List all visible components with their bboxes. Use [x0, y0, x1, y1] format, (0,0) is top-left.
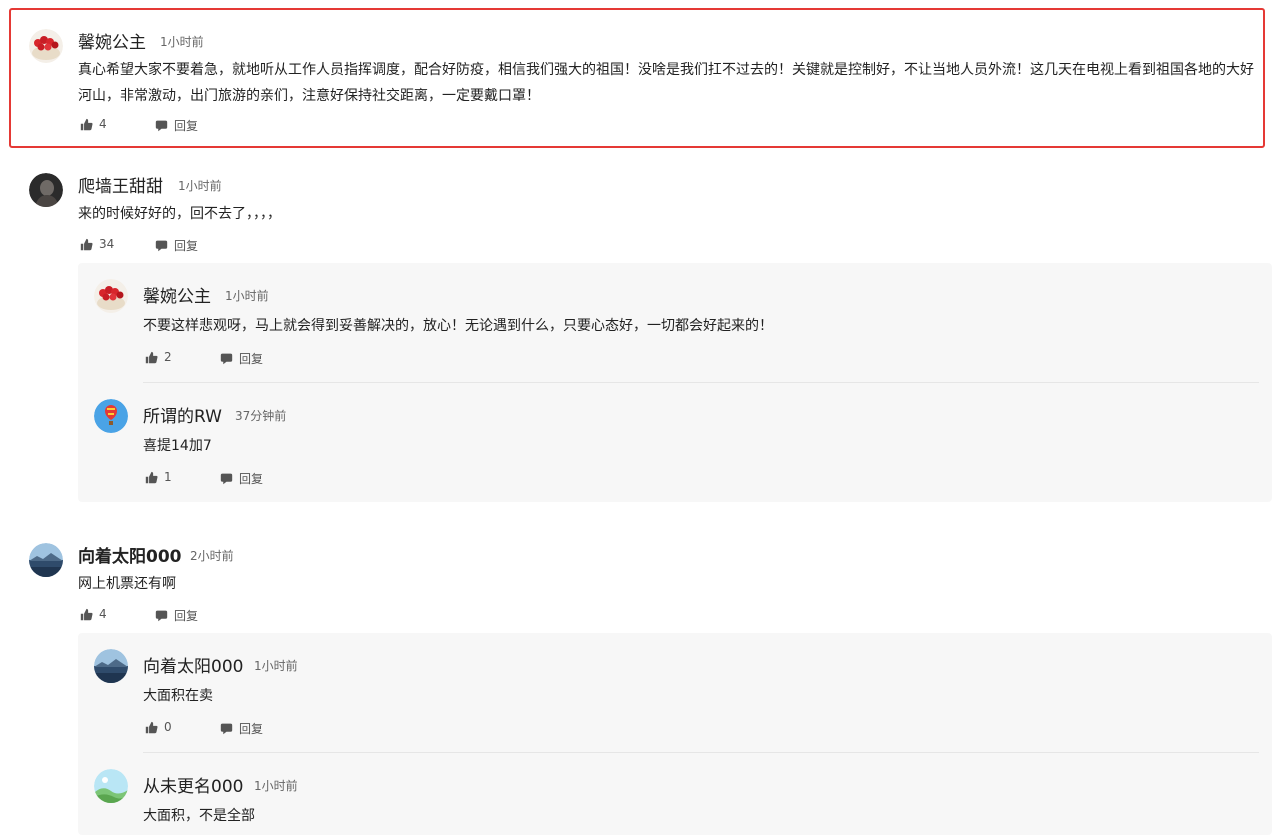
like-count: 1 [164, 470, 172, 484]
speech-bubble-icon [155, 609, 168, 622]
like-button[interactable]: 34 [80, 237, 114, 251]
avatar[interactable] [94, 399, 128, 433]
thumbs-up-icon [145, 471, 158, 484]
timestamp: 1小时前 [160, 35, 204, 49]
reply-label: 回复 [239, 472, 264, 486]
thumbs-up-icon [80, 118, 93, 131]
reply-button[interactable]: 回复 [155, 117, 198, 134]
reply-label: 回复 [239, 352, 264, 366]
reply-text: 不要这样悲观呀，马上就会得到妥善解决的，放心！无论遇到什么，只要心态好，一切都会… [143, 318, 773, 334]
username[interactable]: 向着太阳000 [143, 652, 243, 677]
comment-text: 真心希望大家不要着急，就地听从工作人员指挥调度，配合好防疫，相信我们强大的祖国！… [78, 62, 1254, 104]
username[interactable]: 馨婉公主 [143, 282, 211, 307]
like-button[interactable]: 1 [145, 470, 172, 484]
reply-button[interactable]: 回复 [220, 720, 263, 737]
reply-text: 大面积，不是全部 [143, 808, 255, 824]
speech-bubble-icon [155, 119, 168, 132]
like-count: 34 [99, 237, 115, 251]
like-button[interactable]: 4 [80, 117, 107, 131]
avatar[interactable] [29, 173, 63, 207]
thumbs-up-icon [145, 721, 158, 734]
username[interactable]: 爬墙王甜甜 [78, 172, 163, 197]
speech-bubble-icon [220, 472, 233, 485]
avatar[interactable] [94, 649, 128, 683]
username[interactable]: 所谓的RW [143, 402, 222, 427]
reply-thread: 向着太阳000 1小时前 大面积在卖 0 回复 从未更名000 1小时前 大面积… [78, 633, 1272, 835]
avatar[interactable] [94, 279, 128, 313]
divider [143, 752, 1259, 753]
timestamp: 1小时前 [254, 659, 298, 673]
like-button[interactable]: 4 [80, 607, 107, 621]
reply-button[interactable]: 回复 [155, 607, 198, 624]
thumbs-up-icon [80, 608, 93, 621]
like-count: 4 [99, 117, 107, 131]
reply-thread: 馨婉公主 1小时前 不要这样悲观呀，马上就会得到妥善解决的，放心！无论遇到什么，… [78, 263, 1272, 502]
comment-text: 来的时候好好的，回不去了，，，， [78, 206, 281, 222]
speech-bubble-icon [220, 722, 233, 735]
reply-label: 回复 [239, 722, 264, 736]
reply-label: 回复 [174, 609, 199, 623]
like-count: 0 [164, 720, 172, 734]
thumbs-up-icon [80, 238, 93, 251]
like-button[interactable]: 0 [145, 720, 172, 734]
reply-button[interactable]: 回复 [155, 237, 198, 254]
reply-button[interactable]: 回复 [220, 350, 263, 367]
timestamp: 2小时前 [190, 549, 234, 563]
thumbs-up-icon [145, 351, 158, 364]
speech-bubble-icon [155, 239, 168, 252]
comment-text: 网上机票还有啊 [78, 576, 176, 592]
reply-text: 喜提14加7 [143, 438, 212, 454]
reply-button[interactable]: 回复 [220, 470, 263, 487]
like-count: 4 [99, 607, 107, 621]
avatar[interactable] [94, 769, 128, 803]
like-count: 2 [164, 350, 172, 364]
username[interactable]: 从未更名000 [143, 772, 243, 797]
username[interactable]: 馨婉公主 [78, 28, 146, 53]
reply-text: 大面积在卖 [143, 688, 213, 704]
timestamp: 1小时前 [178, 179, 222, 193]
avatar[interactable] [29, 29, 63, 63]
avatar[interactable] [29, 543, 63, 577]
timestamp: 1小时前 [225, 289, 269, 303]
timestamp: 37分钟前 [235, 409, 287, 423]
reply-label: 回复 [174, 119, 199, 133]
timestamp: 1小时前 [254, 779, 298, 793]
like-button[interactable]: 2 [145, 350, 172, 364]
speech-bubble-icon [220, 352, 233, 365]
divider [143, 382, 1259, 383]
reply-label: 回复 [174, 239, 199, 253]
username[interactable]: 向着太阳000 [78, 542, 182, 567]
